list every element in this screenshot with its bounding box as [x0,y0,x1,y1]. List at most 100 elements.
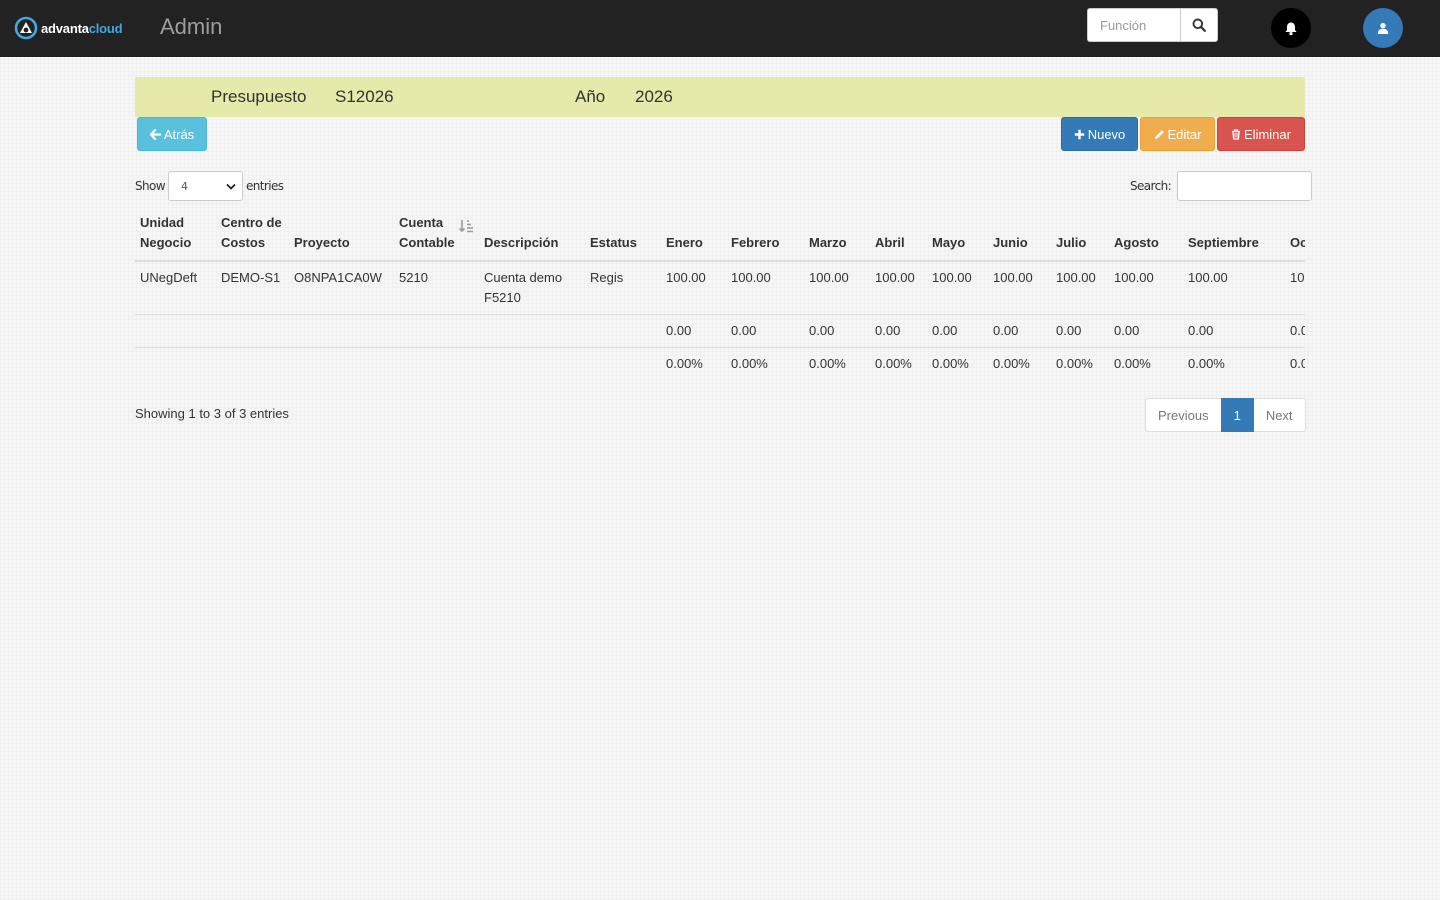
table-cell: 100.00 [804,260,870,315]
table-cell: 100.00 [988,260,1051,315]
user-menu-button[interactable] [1363,8,1403,48]
table-cell [394,347,479,380]
user-icon [1377,22,1389,34]
pencil-icon [1154,129,1164,139]
column-header[interactable]: Unidad Negocio [135,213,216,262]
table-cell [585,314,661,348]
table-cell: 5210 [394,260,479,315]
table-cell: 0.00 [804,314,870,348]
table-cell: Cuenta demo F5210 [479,260,585,315]
table-cell [479,347,585,380]
back-button-label: Atrás [163,126,195,142]
table-cell: 0.00 [870,314,927,348]
advantacloud-logo[interactable]: advantacloud [14,16,123,40]
table-cell: UNegDeft [135,260,216,315]
table-cell: 0.00 [1285,314,1305,348]
table-cell: O8NPA1CA0W [289,260,394,315]
edit-button[interactable]: Editar [1140,117,1215,151]
table-row[interactable]: 0.00% 0.00% 0.00% 0.00% 0.00% 0.00% 0.00… [135,347,1305,380]
column-header[interactable]: Octubre [1285,213,1305,262]
top-navbar: advantacloud Admin [0,0,1440,57]
entries-select[interactable]: 4 [167,171,243,201]
table-cell [216,347,289,380]
table-cell: 0.00% [1051,347,1109,380]
function-search-input[interactable] [1087,8,1180,42]
budget-label: Presupuesto [211,87,307,106]
table-cell: 0.00 [1109,314,1183,348]
table-cell: 100.00 [726,260,804,315]
table-search-control: Search: [1130,171,1313,201]
delete-button-label: Eliminar [1244,126,1291,142]
table-row[interactable]: UNegDeft DEMO-S1 O8NPA1CA0W 5210 Cuenta … [135,260,1305,315]
table-cell: 0.00% [726,347,804,380]
next-page-button[interactable]: Next [1252,398,1306,432]
column-header[interactable]: Abril [870,213,927,262]
column-header[interactable]: Proyecto [289,213,394,262]
show-label: Show [135,179,166,193]
table-cell: 0.00% [870,347,927,380]
new-button[interactable]: Nuevo [1061,117,1138,151]
table-search-input[interactable] [1177,171,1313,201]
table-cell [135,347,216,380]
bell-icon [1285,22,1297,35]
column-header[interactable]: Julio [1051,213,1109,262]
column-header[interactable]: Descripción [479,213,585,262]
table-cell: 0.00 [661,314,726,348]
column-header[interactable]: Centro de Costos [216,213,289,262]
year-value: 2026 [635,87,673,106]
column-header[interactable]: Marzo [804,213,870,262]
function-search-button[interactable] [1180,8,1218,42]
budget-table-container: Unidad Negocio Centro de Costos Proyecto… [135,213,1305,398]
table-cell: 0.00% [804,347,870,380]
column-header[interactable]: Mayo [927,213,988,262]
column-header[interactable]: Febrero [726,213,804,262]
table-info: Showing 1 to 3 of 3 entries [135,406,289,421]
chevron-down-icon [226,183,236,190]
budget-table: Unidad Negocio Centro de Costos Proyecto… [135,213,1305,380]
table-cell: 100.00 [661,260,726,315]
table-cell: 0.00% [988,347,1051,380]
table-cell [585,347,661,380]
function-search [1087,8,1218,42]
table-cell [479,314,585,348]
budget-value: S12026 [335,87,394,106]
arrow-left-icon [149,128,161,140]
table-cell: 0.00% [661,347,726,380]
edit-button-label: Editar [1167,126,1202,142]
trash-icon [1232,128,1241,140]
table-cell: DEMO-S1 [216,260,289,315]
notifications-button[interactable] [1271,8,1311,48]
entries-select-value: 4 [180,179,188,193]
table-row[interactable]: 0.00 0.00 0.00 0.00 0.00 0.00 0.00 0.00 … [135,314,1305,348]
year-label: Año [575,87,606,106]
table-cell [216,314,289,348]
table-cell [394,314,479,348]
table-cell [135,314,216,348]
sort-icon[interactable] [458,218,474,234]
column-header[interactable]: Estatus [585,213,661,262]
column-header[interactable]: Agosto [1109,213,1183,262]
table-cell: 100.00 [1183,260,1285,315]
table-cell: 0.00% [1285,347,1305,380]
pagination: Previous 1 Next [1145,398,1306,432]
column-header[interactable]: Junio [988,213,1051,262]
logo-text: advantacloud [41,20,123,36]
previous-page-button[interactable]: Previous [1145,398,1222,432]
table-cell: 0.00% [1109,347,1183,380]
table-cell [289,347,394,380]
table-cell: 0.00 [1051,314,1109,348]
app-title: Admin [160,14,223,39]
table-cell: 0.00% [927,347,988,380]
table-cell: 0.00 [726,314,804,348]
plus-icon [1074,129,1084,139]
page-1-button[interactable]: 1 [1220,398,1254,432]
table-cell: 0.00 [988,314,1051,348]
table-cell: Regis [585,260,661,315]
delete-button[interactable]: Eliminar [1217,117,1305,151]
column-header[interactable]: Enero [661,213,726,262]
table-cell: 100.00 [1285,260,1305,315]
back-button[interactable]: Atrás [137,117,207,151]
column-header[interactable]: Septiembre [1183,213,1285,262]
table-cell: 100.00 [870,260,927,315]
table-cell: 100.00 [927,260,988,315]
